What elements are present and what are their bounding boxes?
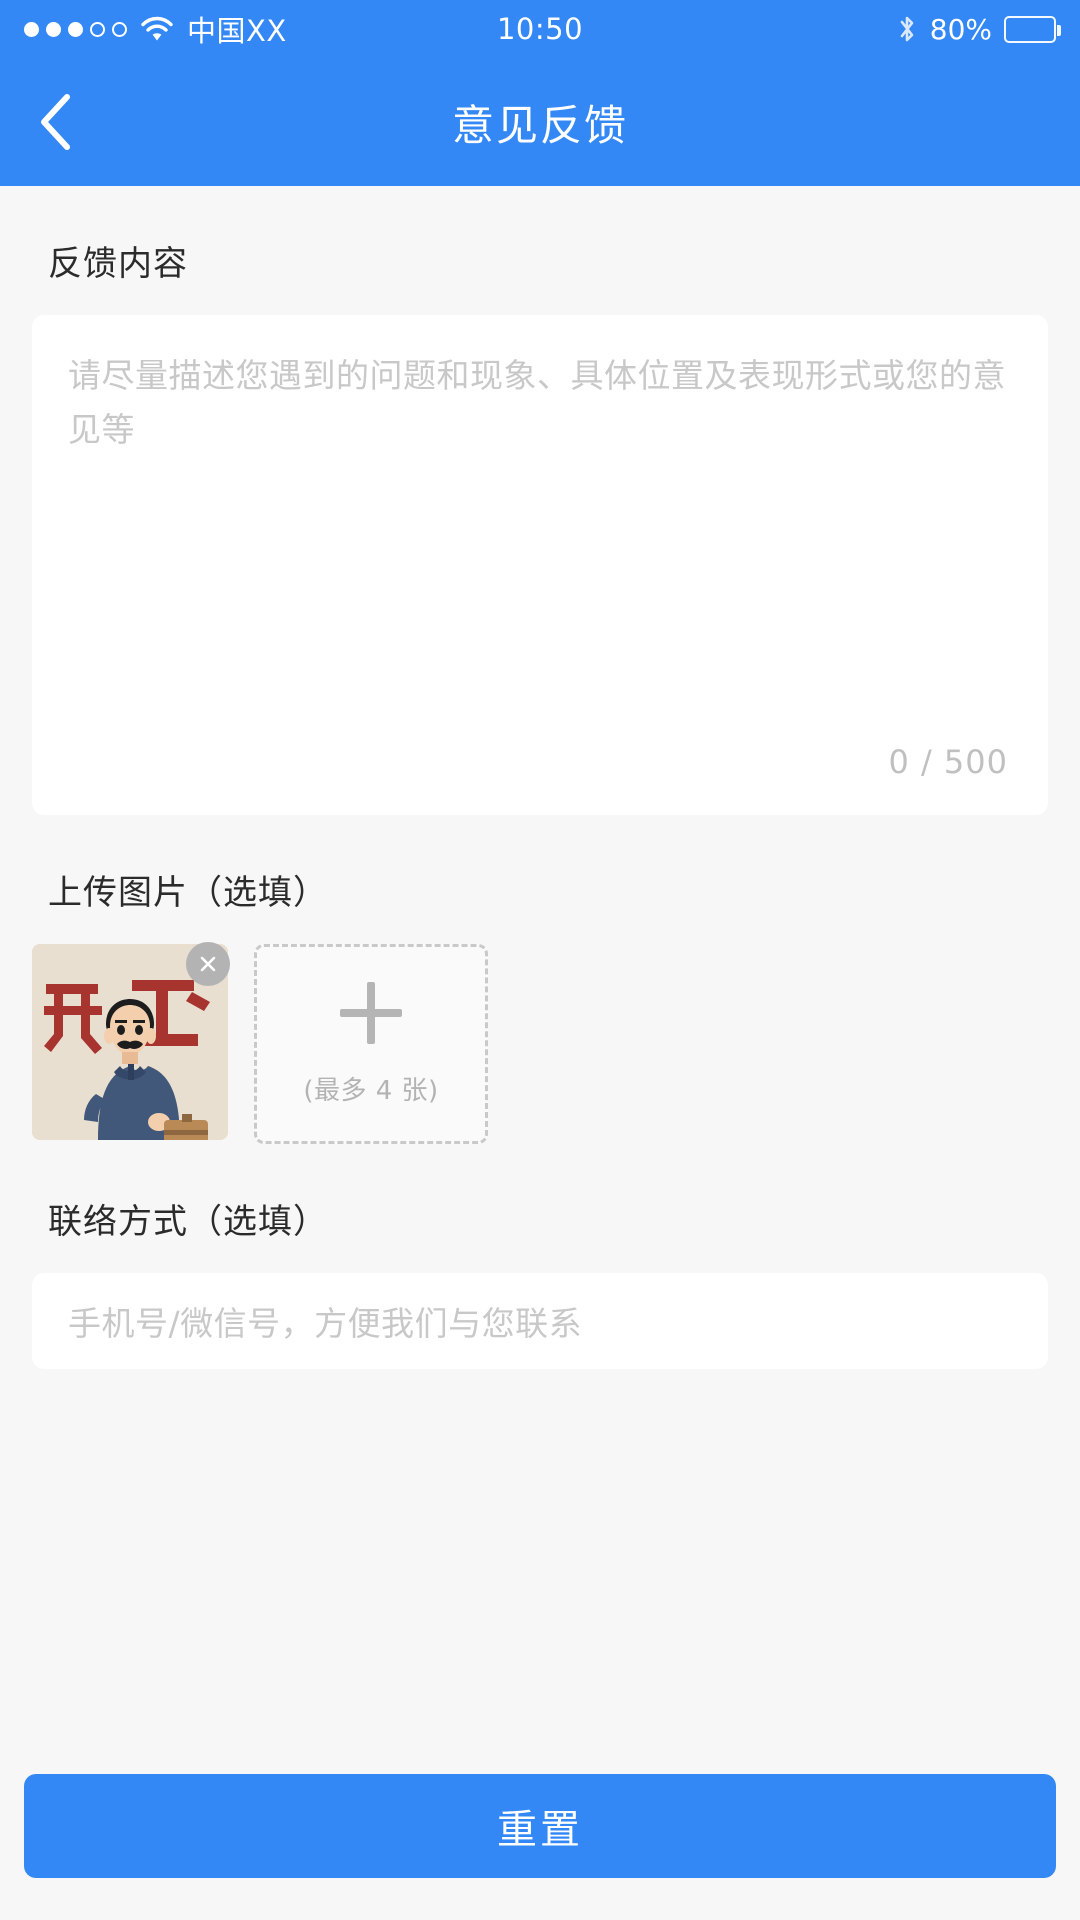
page-title: 意见反馈 — [451, 100, 628, 150]
upload-row: (最多 4 张) — [0, 942, 1080, 1144]
reset-button[interactable]: 重置 — [24, 1774, 1056, 1878]
character-counter: 0 / 500 — [888, 743, 1008, 781]
signal-dot-5 — [112, 21, 127, 37]
close-icon — [197, 953, 219, 975]
add-image-button[interactable]: (最多 4 张) — [254, 944, 488, 1144]
signal-strength-icon — [24, 21, 127, 37]
status-bar-left: 中国XX — [24, 8, 287, 50]
upload-section-label: 上传图片（选填） — [48, 873, 328, 913]
battery-icon — [1004, 15, 1061, 43]
add-image-hint: (最多 4 张) — [303, 1075, 439, 1106]
bluetooth-icon — [896, 14, 918, 44]
signal-dot-4 — [90, 21, 105, 37]
signal-dot-2 — [46, 21, 61, 37]
page-content: 反馈内容 请尽量描述您遇到的问题和现象、具体位置及表现形式或您的意见等 0 / … — [0, 186, 1080, 1920]
battery-percent-label: 80% — [929, 12, 992, 46]
contact-input[interactable]: 手机号/微信号，方便我们与您联系 — [32, 1273, 1048, 1369]
status-bar: 中国XX 10:50 80% — [0, 0, 1080, 58]
wifi-icon — [141, 16, 173, 42]
back-button[interactable] — [0, 58, 110, 186]
signal-dot-3 — [68, 21, 83, 37]
plus-icon — [340, 981, 402, 1044]
feedback-placeholder: 请尽量描述您遇到的问题和现象、具体位置及表现形式或您的意见等 — [68, 356, 1006, 449]
feedback-section-label: 反馈内容 — [48, 244, 188, 284]
status-bar-right: 80% — [896, 12, 1061, 46]
feedback-textarea[interactable]: 请尽量描述您遇到的问题和现象、具体位置及表现形式或您的意见等 0 / 500 — [32, 315, 1048, 815]
signal-dot-1 — [24, 21, 39, 37]
chevron-left-icon — [38, 93, 72, 151]
navigation-bar: 意见反馈 — [0, 58, 1080, 186]
contact-section-label: 联络方式（选填） — [48, 1202, 328, 1242]
carrier-name: 中国XX — [187, 14, 287, 48]
remove-image-button[interactable] — [186, 942, 230, 986]
footer: 重置 — [0, 1774, 1080, 1920]
contact-placeholder: 手机号/微信号，方便我们与您联系 — [68, 1304, 583, 1343]
uploaded-image-item — [32, 942, 230, 1140]
feedback-screen: 中国XX 10:50 80% 意见反馈 反馈内容 请尽量描述您遇到的问题和现象、… — [0, 0, 1080, 1920]
